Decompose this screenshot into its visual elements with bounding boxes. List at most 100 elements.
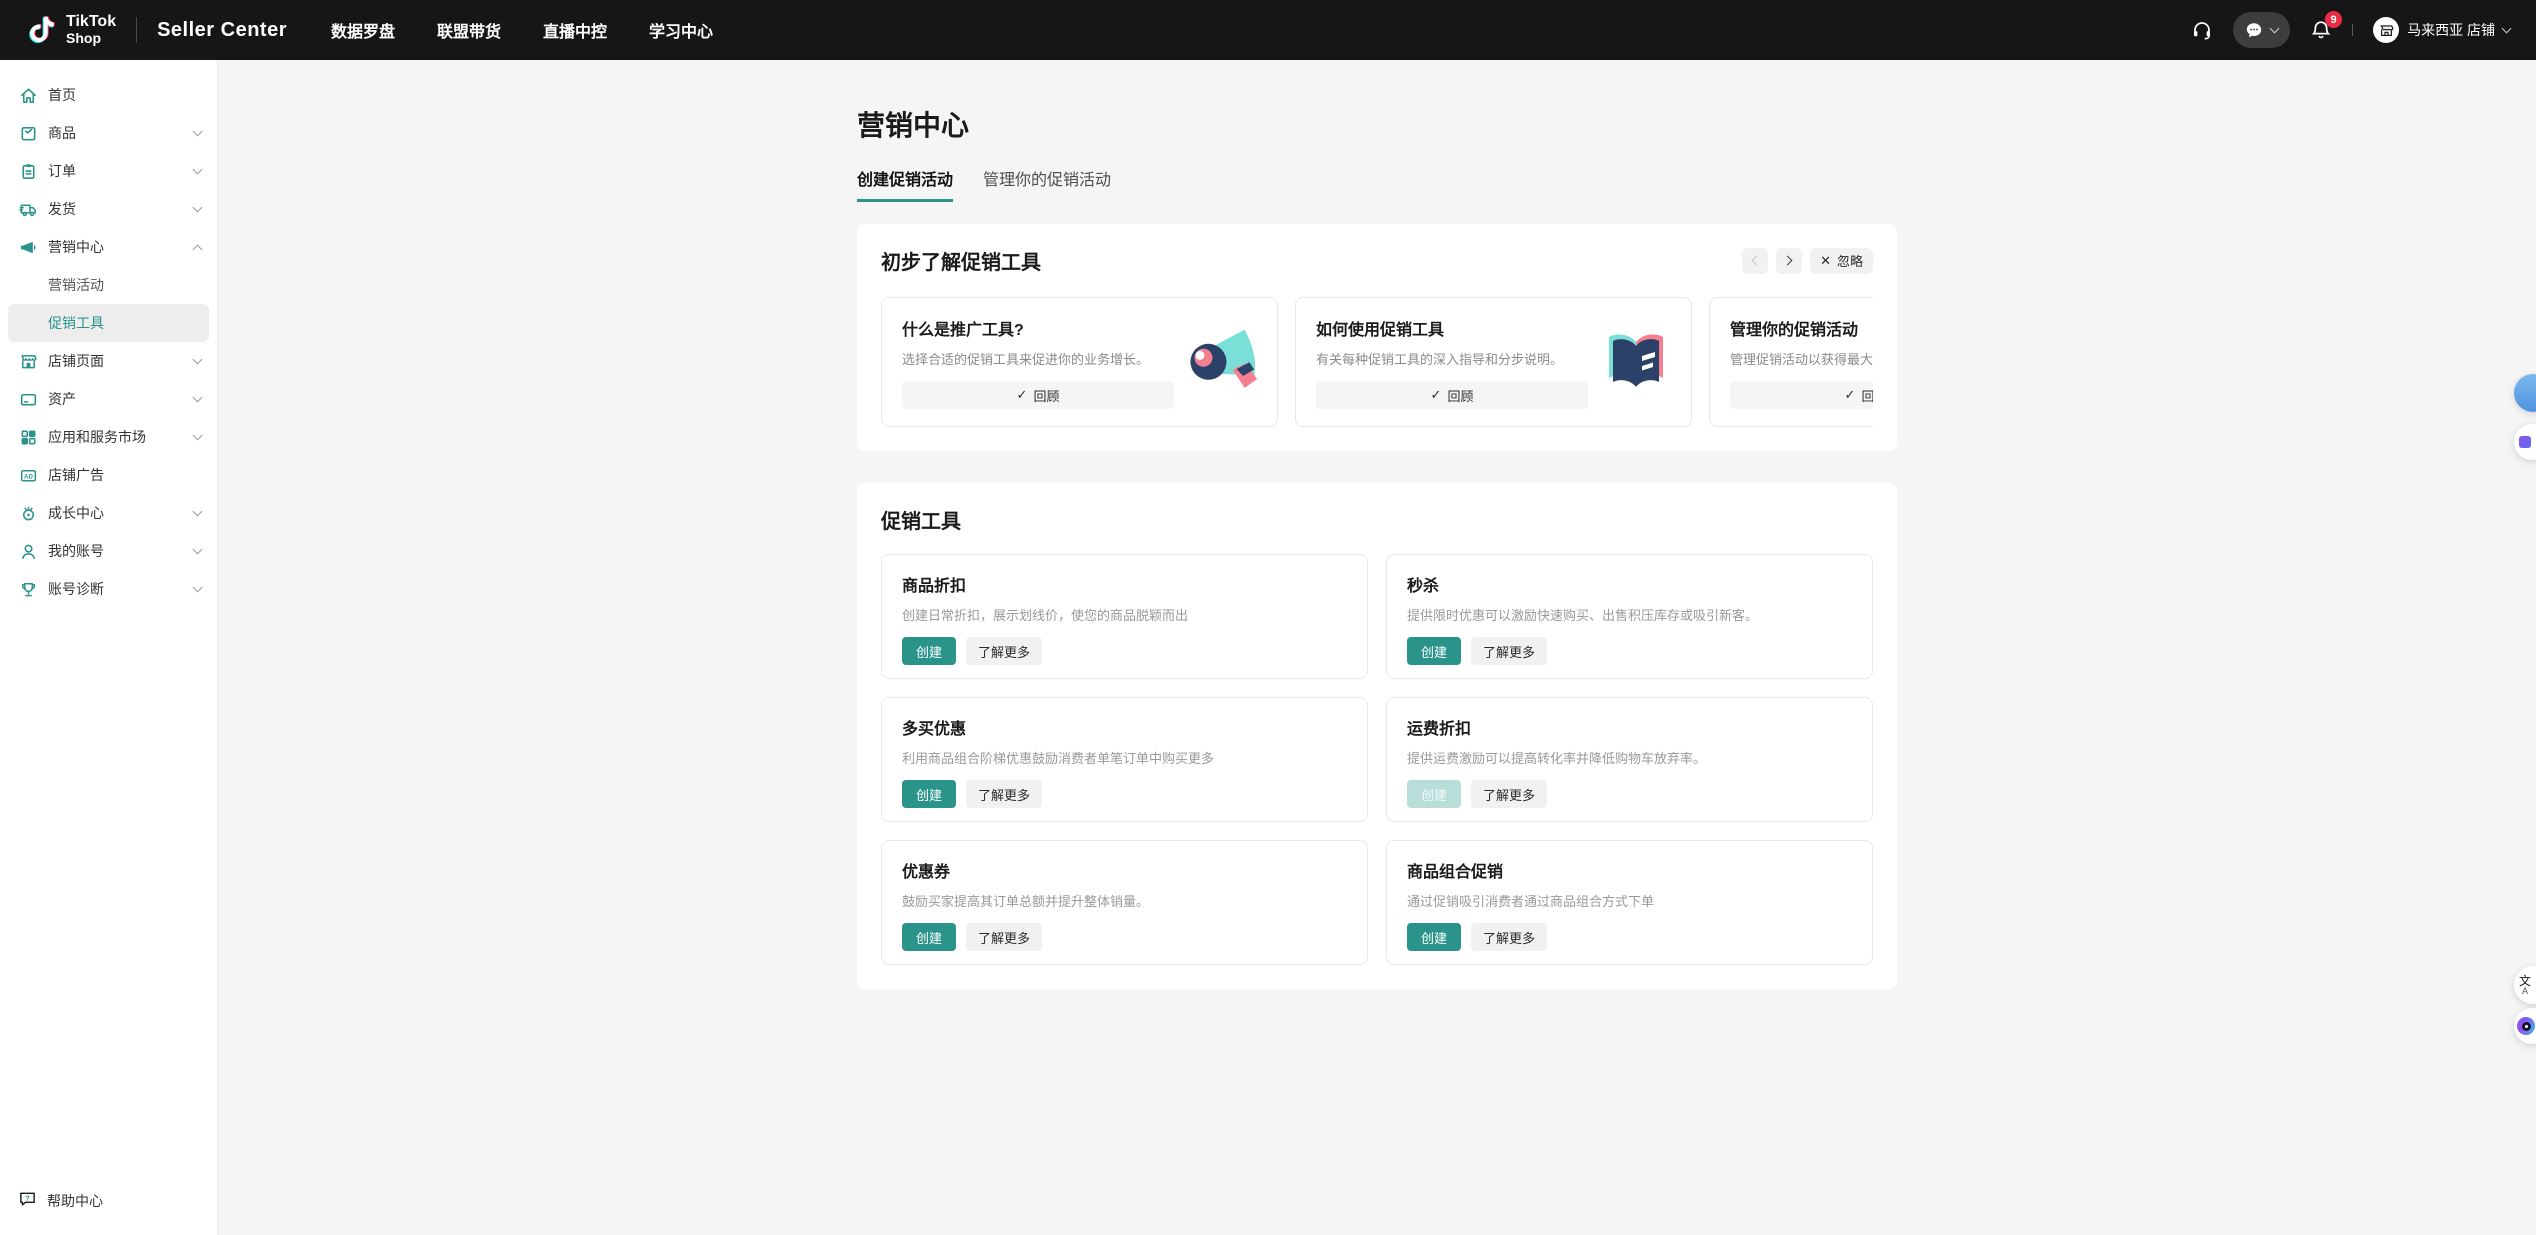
carousel-prev-button[interactable] xyxy=(1742,248,1768,274)
tool-card-product-discount: 商品折扣 创建日常折扣，展示划线价，使您的商品脱颖而出 创建 了解更多 xyxy=(881,554,1368,679)
topbar-nav: 数据罗盘 联盟带货 直播中控 学习中心 xyxy=(331,18,713,42)
sidebar-item-label: 店铺页面 xyxy=(48,351,104,371)
sidebar-item-shipping[interactable]: 发货 xyxy=(0,190,217,228)
notifications-button[interactable]: 9 xyxy=(2310,19,2332,41)
sidebar-item-account-diagnosis[interactable]: 账号诊断 xyxy=(0,570,217,608)
learn-more-button[interactable]: 了解更多 xyxy=(966,923,1042,951)
review-label: 回顾 xyxy=(1447,386,1473,405)
help-bubble-icon: ? xyxy=(18,1189,37,1213)
sidebar-item-orders[interactable]: 订单 xyxy=(0,152,217,190)
create-button[interactable]: 创建 xyxy=(1407,637,1461,665)
chevron-left-icon xyxy=(1752,256,1762,266)
review-label: 回顾 xyxy=(1033,386,1059,405)
chevron-down-icon xyxy=(193,393,203,403)
dismiss-label: 忽略 xyxy=(1837,251,1863,270)
topbar: TikTok Shop Seller Center 数据罗盘 联盟带货 直播中控… xyxy=(0,0,2536,60)
chevron-down-icon xyxy=(193,507,203,517)
sidebar-item-shop-pages[interactable]: 店铺页面 xyxy=(0,342,217,380)
account-switcher[interactable]: 马来西亚 店铺 xyxy=(2373,17,2510,43)
check-icon: ✓ xyxy=(1017,387,1028,403)
help-center-button[interactable]: ? 帮助中心 xyxy=(0,1189,217,1235)
tool-desc: 鼓励买家提高其订单总额并提升整体销量。 xyxy=(902,891,1347,910)
sidebar: 首页 商品 订单 发货 营销中心 营销活动 促销工具 店铺页面 xyxy=(0,60,218,1235)
account-label: 马来西亚 店铺 xyxy=(2407,20,2495,40)
sidebar-item-shop-ads[interactable]: AD 店铺广告 xyxy=(0,456,217,494)
review-button[interactable]: ✓ 回顾 xyxy=(902,381,1174,409)
tool-desc: 提供运费激励可以提高转化率并降低购物车放弃率。 xyxy=(1407,748,1852,767)
sidebar-subitem-marketing-campaigns[interactable]: 营销活动 xyxy=(0,266,217,304)
medal-icon xyxy=(18,503,38,523)
promotion-tools-panel: 促销工具 商品折扣 创建日常折扣，展示划线价，使您的商品脱颖而出 创建 了解更多… xyxy=(857,483,1897,989)
sidebar-subitem-promotion-tools[interactable]: 促销工具 xyxy=(8,304,209,342)
tiktok-shop-logo[interactable]: TikTok Shop xyxy=(26,12,116,48)
nav-item-live-center[interactable]: 直播中控 xyxy=(543,18,607,42)
onboarding-panel: 初步了解促销工具 ✕ 忽略 什么是推广工具? 选择合适的促销工具来促进你的业务增… xyxy=(857,224,1897,451)
messages-button[interactable] xyxy=(2233,12,2290,48)
tools-grid: 商品折扣 创建日常折扣，展示划线价，使您的商品脱颖而出 创建 了解更多 秒杀 提… xyxy=(881,554,1873,965)
onboarding-card-what-are-promo-tools: 什么是推广工具? 选择合适的促销工具来促进你的业务增长。 ✓ 回顾 xyxy=(881,297,1278,427)
notification-badge: 9 xyxy=(2325,11,2342,28)
help-center-label: 帮助中心 xyxy=(47,1191,103,1211)
tab-manage-promotions[interactable]: 管理你的促销活动 xyxy=(983,166,1111,202)
translate-icon: 文 A xyxy=(2519,975,2531,996)
nav-item-learning-center[interactable]: 学习中心 xyxy=(649,18,713,42)
storefront-icon xyxy=(2379,23,2394,38)
support-headset-icon[interactable] xyxy=(2191,19,2213,41)
shop-avatar xyxy=(2373,17,2399,43)
create-button[interactable]: 创建 xyxy=(902,637,956,665)
onboarding-title: 初步了解促销工具 xyxy=(881,246,1041,275)
sidebar-item-app-service-market[interactable]: 应用和服务市场 xyxy=(0,418,217,456)
chevron-up-icon xyxy=(193,244,203,254)
tool-desc: 利用商品组合阶梯优惠鼓励消费者单笔订单中购买更多 xyxy=(902,748,1347,767)
storefront-icon xyxy=(18,351,38,371)
create-button[interactable]: 创建 xyxy=(1407,923,1461,951)
sidebar-item-label: 资产 xyxy=(48,389,76,409)
chevron-down-icon xyxy=(193,545,203,555)
card-title: 管理你的促销活动 xyxy=(1730,316,1873,340)
ai-ring-icon xyxy=(2517,1017,2535,1035)
trophy-icon xyxy=(18,579,38,599)
onboarding-card-how-to-use: 如何使用促销工具 有关每种促销工具的深入指导和分步说明。 ✓ 回顾 xyxy=(1295,297,1692,427)
chevron-down-icon xyxy=(193,355,203,365)
truck-icon xyxy=(18,199,38,219)
learn-more-button[interactable]: 了解更多 xyxy=(966,780,1042,808)
create-button[interactable]: 创建 xyxy=(902,780,956,808)
review-button[interactable]: ✓ 回顾 xyxy=(1730,381,1873,409)
nav-item-data-compass[interactable]: 数据罗盘 xyxy=(331,18,395,42)
tool-title: 商品组合促销 xyxy=(1407,858,1852,882)
book-illustration xyxy=(1593,320,1679,406)
chevron-down-icon xyxy=(2502,24,2512,34)
sidebar-item-products[interactable]: 商品 xyxy=(0,114,217,152)
tool-card-coupon: 优惠券 鼓励买家提高其订单总额并提升整体销量。 创建 了解更多 xyxy=(881,840,1368,965)
chevron-down-icon xyxy=(193,127,203,137)
learn-more-button[interactable]: 了解更多 xyxy=(1471,637,1547,665)
sidebar-item-label: 商品 xyxy=(48,123,76,143)
chevron-down-icon xyxy=(193,583,203,593)
product-title: Seller Center xyxy=(157,19,287,42)
sidebar-item-label: 营销中心 xyxy=(48,237,104,257)
assistant-icon xyxy=(2519,436,2531,448)
tools-title: 促销工具 xyxy=(881,505,1873,534)
sidebar-item-marketing-center[interactable]: 营销中心 xyxy=(0,228,217,266)
tab-create-promotions[interactable]: 创建促销活动 xyxy=(857,166,953,202)
create-button[interactable]: 创建 xyxy=(902,923,956,951)
review-button[interactable]: ✓ 回顾 xyxy=(1316,381,1588,409)
sidebar-item-label: 应用和服务市场 xyxy=(48,427,146,447)
sidebar-item-label: 店铺广告 xyxy=(48,465,104,485)
sidebar-item-assets[interactable]: 资产 xyxy=(0,380,217,418)
learn-more-button[interactable]: 了解更多 xyxy=(966,637,1042,665)
carousel-next-button[interactable] xyxy=(1776,248,1802,274)
sidebar-item-growth-center[interactable]: 成长中心 xyxy=(0,494,217,532)
create-button-disabled: 创建 xyxy=(1407,780,1461,808)
learn-more-button[interactable]: 了解更多 xyxy=(1471,780,1547,808)
tool-title: 运费折扣 xyxy=(1407,715,1852,739)
dismiss-button[interactable]: ✕ 忽略 xyxy=(1810,248,1873,274)
onboarding-carousel: 什么是推广工具? 选择合适的促销工具来促进你的业务增长。 ✓ 回顾 如何使用促销… xyxy=(881,297,1873,427)
sidebar-item-home[interactable]: 首页 xyxy=(0,76,217,114)
review-label: 回顾 xyxy=(1861,386,1873,405)
nav-item-affiliate[interactable]: 联盟带货 xyxy=(437,18,501,42)
sidebar-item-my-account[interactable]: 我的账号 xyxy=(0,532,217,570)
learn-more-button[interactable]: 了解更多 xyxy=(1471,923,1547,951)
tool-title: 优惠券 xyxy=(902,858,1347,882)
tool-title: 商品折扣 xyxy=(902,572,1347,596)
